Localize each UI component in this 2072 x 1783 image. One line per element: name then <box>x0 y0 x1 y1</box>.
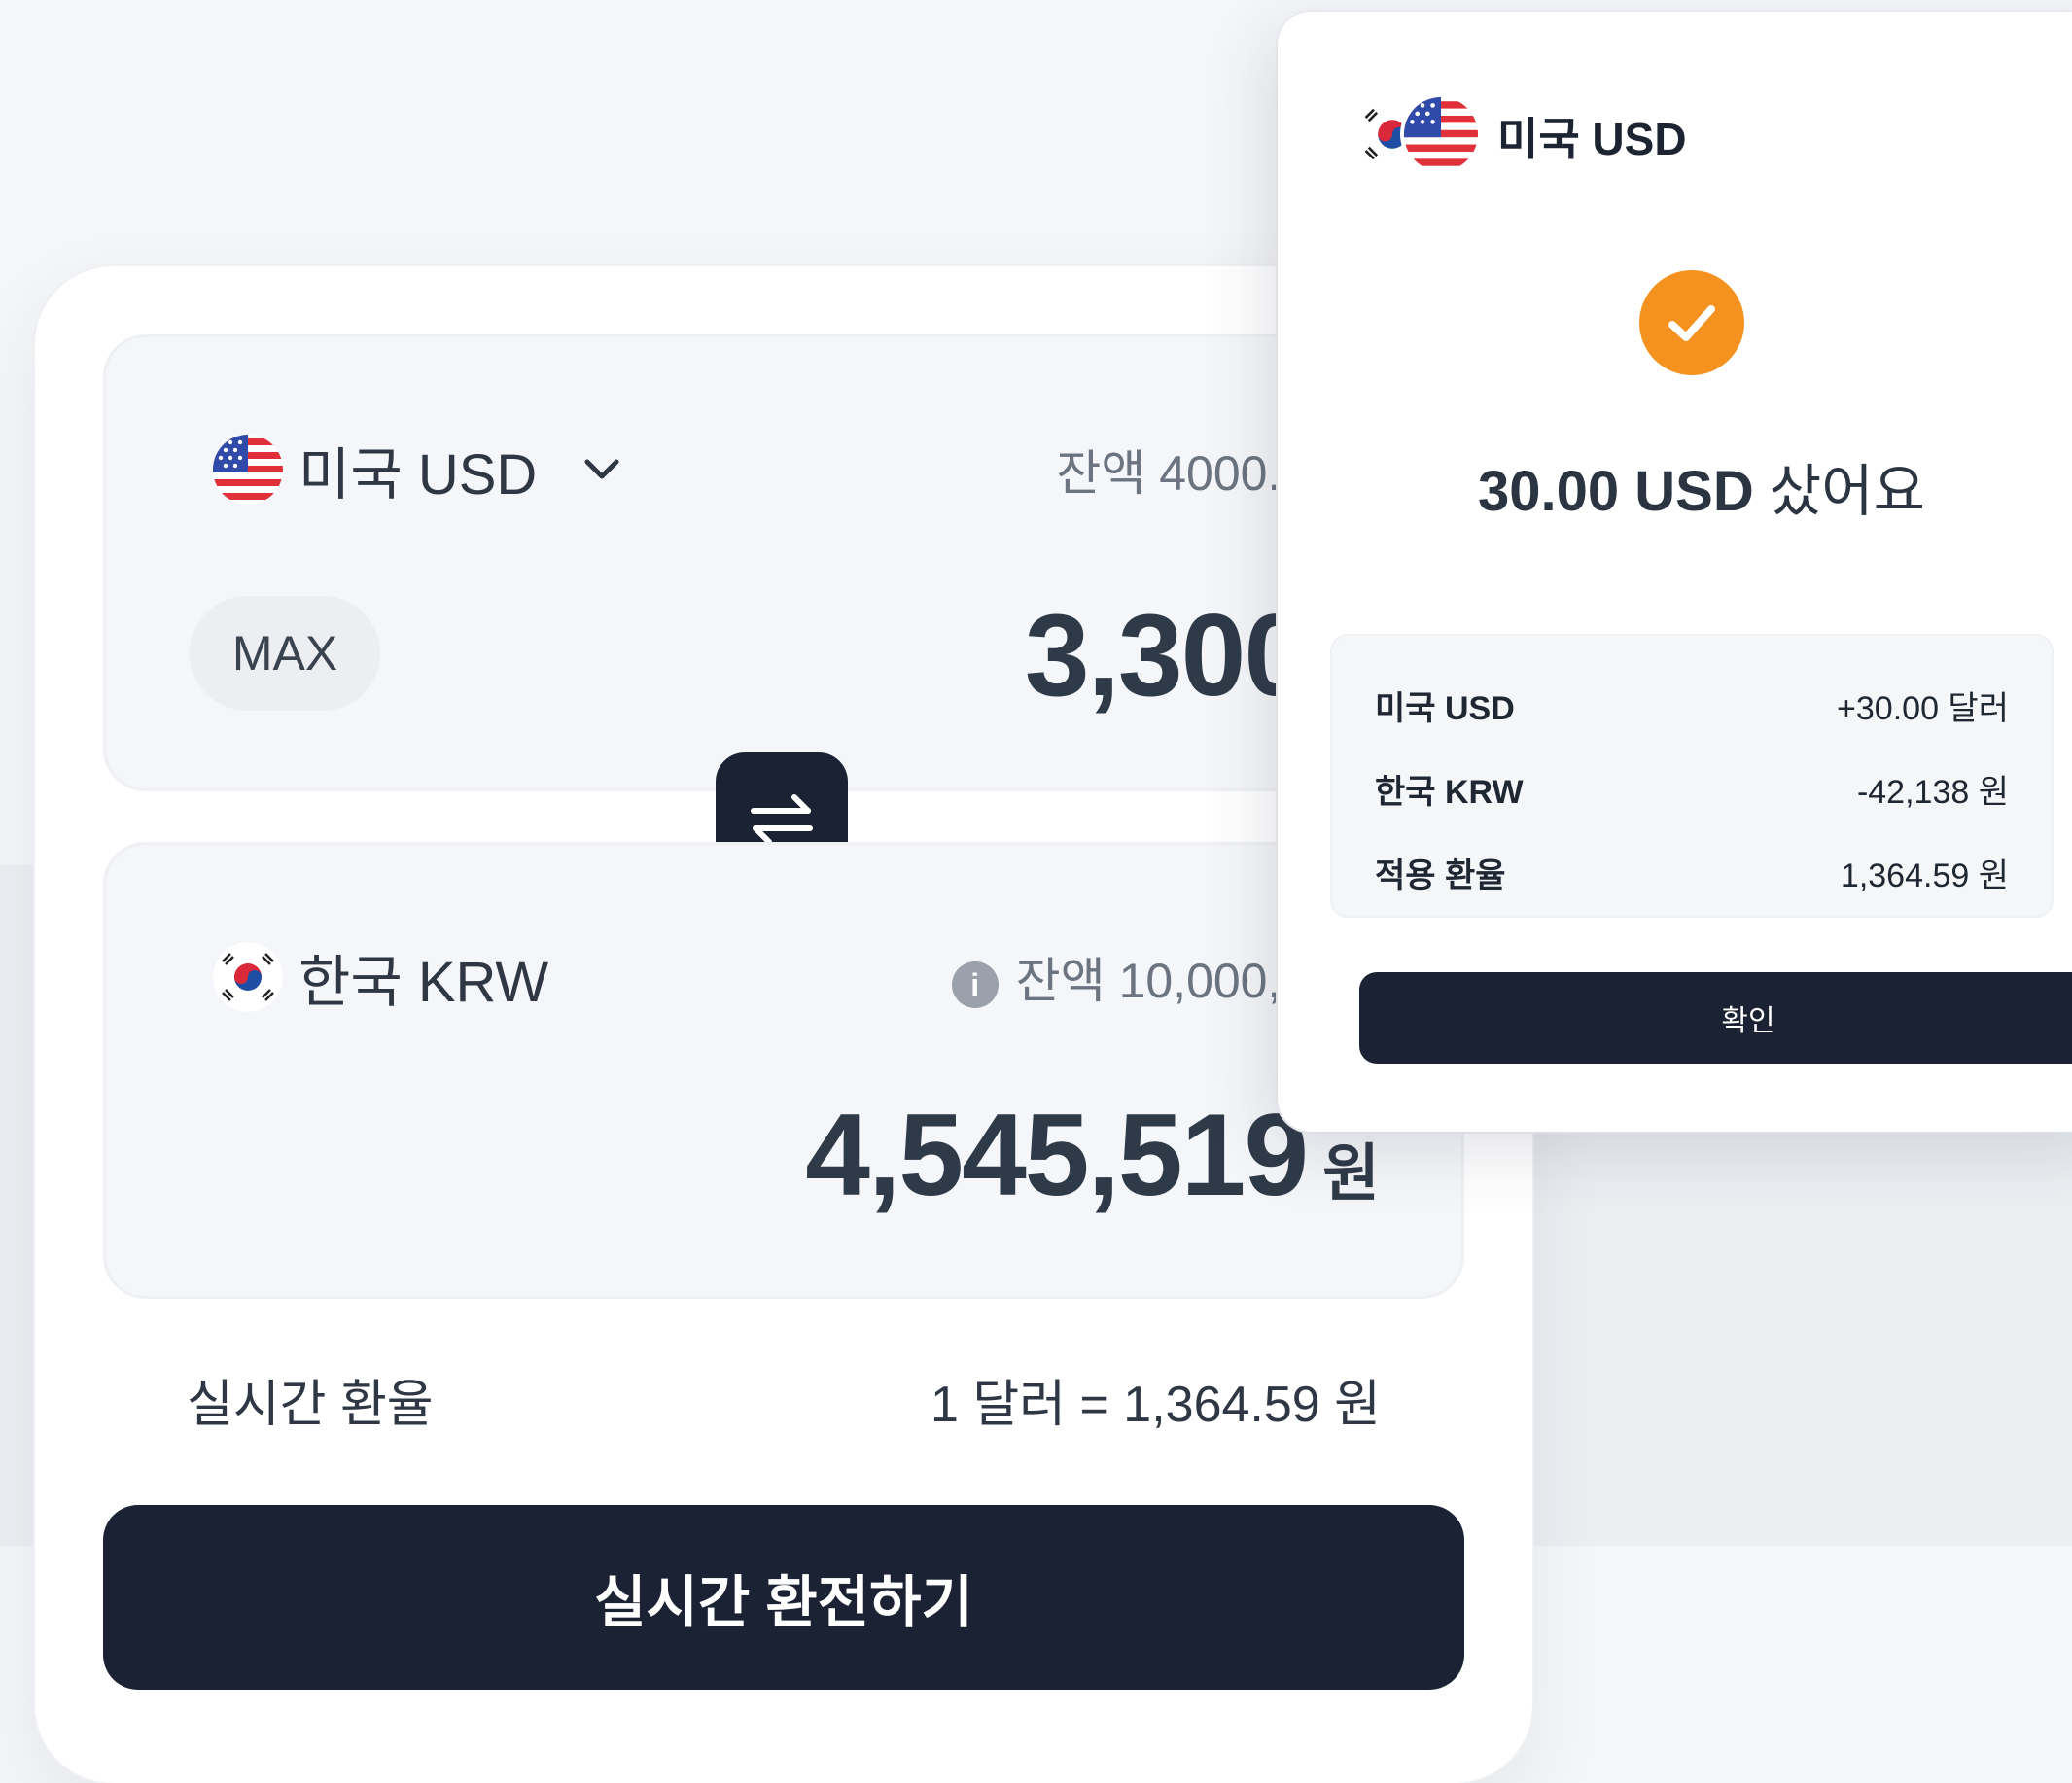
currency-flag-pair <box>1355 97 1488 175</box>
purchase-text: 샀어요 <box>1769 460 1925 523</box>
from-currency-selector[interactable]: 미국 USD <box>213 431 624 508</box>
chevron-down-icon <box>584 459 619 479</box>
summary-row: 미국 USD +30.00 달러 <box>1375 663 2009 747</box>
from-currency-label: 미국 USD <box>299 443 538 507</box>
purchase-amount: 30.00 USD <box>1478 460 1754 523</box>
popup-title: 미국 USD <box>1497 114 1687 164</box>
kr-flag-icon <box>213 942 283 1012</box>
max-button[interactable]: MAX <box>190 596 380 711</box>
purchase-message: 30.00 USD 샀어요 <box>1278 445 2072 527</box>
to-currency-selector[interactable]: 한국 KRW <box>213 938 548 1016</box>
check-icon <box>1639 270 1744 375</box>
transaction-summary: 미국 USD +30.00 달러 한국 KRW -42,138 원 적용 환율 … <box>1330 634 2054 918</box>
to-amount-value: 4,545,519 <box>805 1090 1309 1220</box>
us-flag-icon <box>1404 97 1478 171</box>
info-icon[interactable]: i <box>951 961 999 1008</box>
summary-row: 적용 환율 1,364.59 원 <box>1375 830 2009 914</box>
live-rate-label: 실시간 환율 <box>187 1376 434 1433</box>
summary-row: 한국 KRW -42,138 원 <box>1375 747 2009 830</box>
to-currency-panel: 한국 KRW i 잔액 10,000,00 4,545,519 원 <box>103 842 1464 1299</box>
from-currency-panel: 미국 USD 잔액 4000.00 MAX 3,300달 <box>103 334 1464 791</box>
from-amount-value: 3,300 <box>1024 590 1309 720</box>
confirm-button[interactable]: 확인 <box>1359 972 2072 1064</box>
live-rate-row: 실시간 환율 1 달러 = 1,364.59 원 <box>187 1365 1381 1433</box>
summary-key: 적용 환율 <box>1375 857 1506 894</box>
swap-arrows-icon <box>751 794 813 845</box>
live-exchange-button[interactable]: 실시간 환전하기 <box>103 1505 1464 1690</box>
us-flag-icon <box>213 435 283 505</box>
summary-value: +30.00 달러 <box>1837 689 2009 727</box>
summary-value: 1,364.59 원 <box>1840 857 2009 894</box>
purchase-confirmation-popup: 미국 USD 30.00 USD 샀어요 미국 USD +30.00 달러 한국… <box>1278 12 2072 1132</box>
summary-key: 한국 KRW <box>1375 773 1524 811</box>
popup-header: 미국 USD <box>1355 87 1687 185</box>
live-rate-value: 1 달러 = 1,364.59 원 <box>930 1376 1381 1433</box>
summary-key: 미국 USD <box>1375 689 1515 727</box>
summary-value: -42,138 원 <box>1856 773 2009 811</box>
to-amount-unit: 원 <box>1322 1138 1380 1208</box>
to-currency-label: 한국 KRW <box>299 951 549 1014</box>
